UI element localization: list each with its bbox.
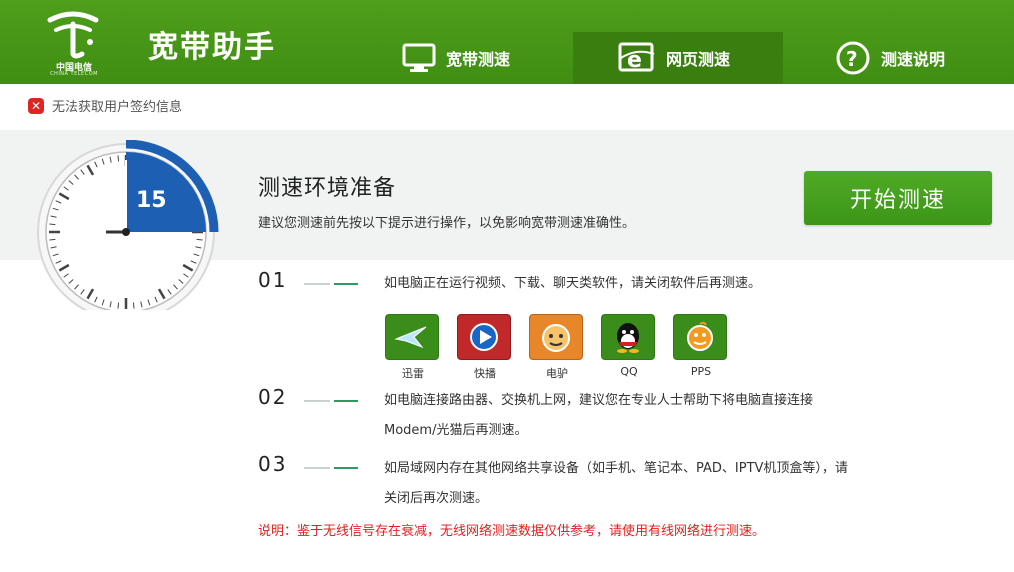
app-name: QQ <box>620 365 638 378</box>
pps-icon <box>673 314 727 360</box>
timer-dial <box>37 139 219 321</box>
wireless-note: 说明：鉴于无线信号存在衰减，无线网络测速数据仅供参考，请使用有线网络进行测速。 <box>258 524 766 539</box>
list-item: PPS <box>673 314 729 381</box>
step-divider <box>304 283 358 285</box>
list-item: 迅雷 <box>385 314 441 381</box>
step-divider <box>304 467 358 469</box>
prep-description: 建议您测速前先按以下提示进行操作，以免影响宽带测速准确性。 <box>258 216 636 231</box>
prep-title: 测速环境准备 <box>258 176 397 201</box>
xunlei-icon <box>385 314 439 360</box>
step-number: 02 <box>258 385 288 409</box>
app-name: 迅雷 <box>402 367 424 380</box>
app-name: PPS <box>690 365 712 378</box>
step-text-line: 如局域网内存在其他网络共享设备（如手机、笔记本、PAD、IPTV机顶盒等），请 <box>384 461 848 476</box>
clock-tick <box>49 238 56 241</box>
app-header: 中国电信 CHINA TELECOM 宽带助手 宽带测速 e 网页测速 ? 测速… <box>0 0 1014 84</box>
step-text: 如电脑正在运行视频、下载、聊天类软件，请关闭软件后再测速。 <box>384 276 762 291</box>
tab-speed-help[interactable]: ? 测速说明 <box>825 32 995 84</box>
app-title: 宽带助手 <box>148 30 276 65</box>
app-list: 迅雷 快播 电驴 QQ PPS <box>385 314 745 381</box>
step-text-line: 如电脑连接路由器、交换机上网，建议您在专业人士帮助下将电脑直接连接 <box>384 393 814 408</box>
list-item: QQ <box>601 314 657 381</box>
step-divider <box>304 400 358 402</box>
tab-label: 测速说明 <box>881 50 946 69</box>
question-icon: ? <box>835 40 871 76</box>
list-item: 电驴 <box>529 314 585 381</box>
error-x-icon: ✕ <box>28 97 44 114</box>
china-telecom-logo: 中国电信 CHINA TELECOM <box>38 8 108 78</box>
telecom-logo-icon <box>47 11 99 59</box>
clock-tick <box>49 223 56 226</box>
tab-webpage-speed[interactable]: e 网页测速 <box>573 32 783 84</box>
clock-tick <box>117 302 120 309</box>
browser-e-icon: e <box>618 42 656 74</box>
clock-tick <box>117 155 120 162</box>
tab-broadband-speed[interactable]: 宽带测速 <box>392 32 562 84</box>
list-item: 快播 <box>457 314 513 381</box>
start-test-button[interactable]: 开始测速 <box>804 171 992 225</box>
tab-label: 宽带测速 <box>446 50 511 69</box>
timer-value: 15 <box>136 188 167 213</box>
qq-icon <box>601 314 655 360</box>
app-name: 电驴 <box>546 367 568 380</box>
clock-tick <box>132 302 135 309</box>
step-text-line: Modem/光猫后再测速。 <box>384 423 528 438</box>
signup-info-error: ✕ 无法获取用户签约信息 <box>28 96 182 115</box>
step-text: 如局域网内存在其他网络共享设备（如手机、笔记本、PAD、IPTV机顶盒等），请 … <box>384 454 848 514</box>
step-text: 如电脑连接路由器、交换机上网，建议您在专业人士帮助下将电脑直接连接 Modem/… <box>384 386 813 446</box>
step-number: 01 <box>258 268 288 292</box>
kuaibo-icon <box>457 314 511 360</box>
step-number: 03 <box>258 452 288 476</box>
edonkey-icon <box>529 314 583 360</box>
step-text-line: 关闭后再次测速。 <box>384 491 489 506</box>
error-text: 无法获取用户签约信息 <box>52 100 183 115</box>
logo-subtext: CHINA TELECOM <box>50 71 98 77</box>
monitor-icon <box>402 43 436 73</box>
countdown-timer: 15 <box>30 139 240 321</box>
tab-label: 网页测速 <box>666 50 731 69</box>
clock-tick <box>196 238 203 241</box>
app-name: 快播 <box>474 367 496 380</box>
svg-text:?: ? <box>846 47 858 71</box>
